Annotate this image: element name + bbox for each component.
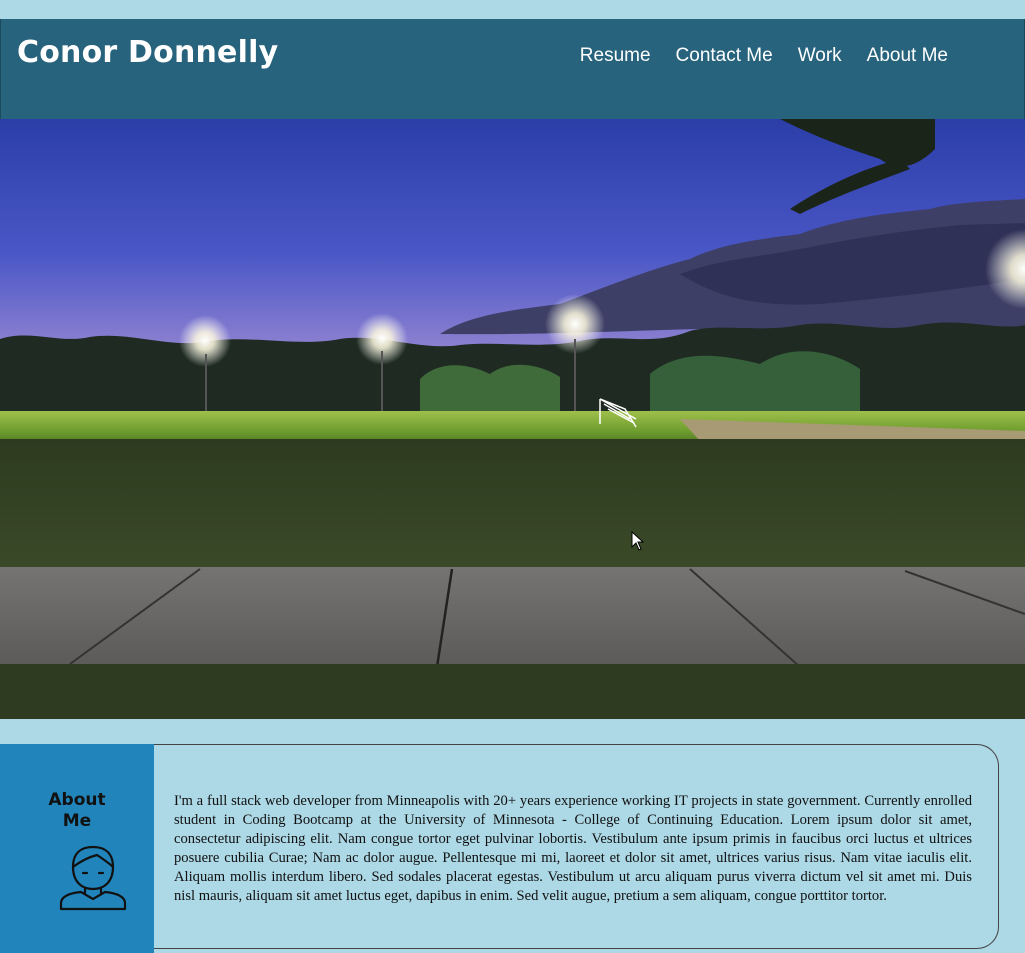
nav-contact-link[interactable]: Contact Me — [676, 45, 773, 67]
site-title: Conor Donnelly — [17, 35, 279, 70]
hero-image — [0, 119, 1025, 719]
site-header: Conor Donnelly Resume Contact Me Work Ab… — [0, 19, 1025, 119]
mouse-cursor-icon — [631, 531, 645, 551]
about-body-text: I'm a full stack web developer from Minn… — [174, 793, 972, 904]
about-heading-line2: Me — [62, 811, 92, 831]
about-heading-line1: About — [48, 790, 106, 810]
about-section: About Me I'm a full stack web developer … — [0, 744, 1000, 953]
hero-photo — [0, 119, 1025, 719]
about-card: I'm a full stack web developer from Minn… — [154, 744, 999, 949]
person-icon — [59, 845, 127, 911]
nav-work-link[interactable]: Work — [798, 45, 842, 67]
nav-resume-link[interactable]: Resume — [580, 45, 651, 67]
about-sidebar: About Me — [0, 744, 154, 953]
top-strip — [0, 0, 1025, 19]
nav-about-link[interactable]: About Me — [867, 45, 948, 67]
main-nav: Resume Contact Me Work About Me — [580, 45, 948, 67]
about-heading: About Me — [0, 790, 154, 832]
